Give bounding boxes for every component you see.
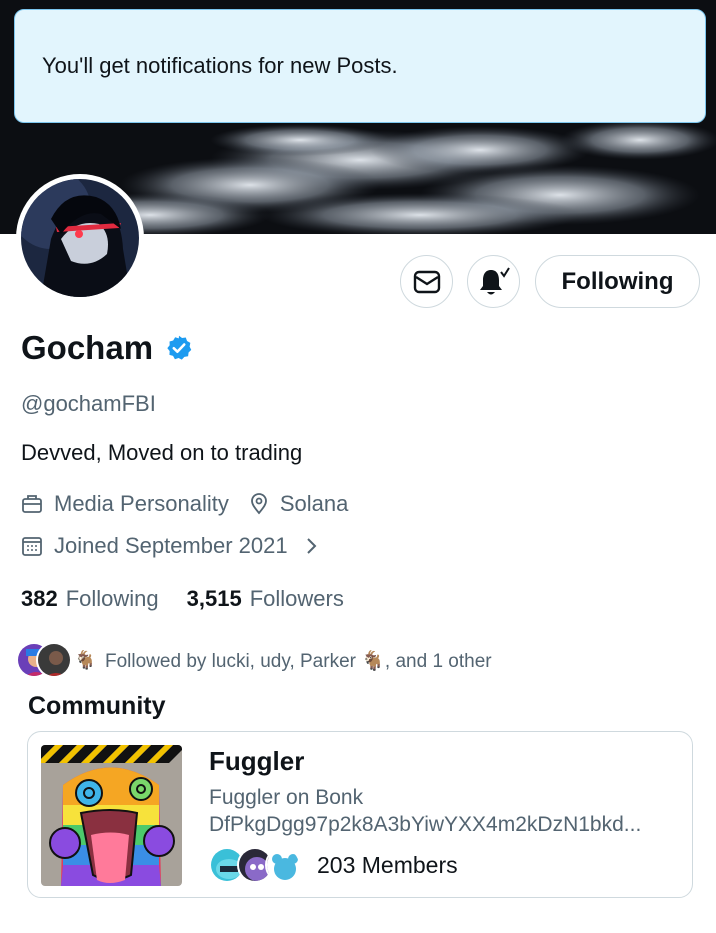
following-count: 382 xyxy=(21,586,58,611)
notification-toast: You'll get notifications for new Posts. xyxy=(14,9,706,123)
profile-category: Media Personality xyxy=(21,491,229,517)
community-card[interactable]: Fuggler Fuggler on Bonk DfPkgDgg97p2k8A3… xyxy=(27,731,693,898)
following-button[interactable]: Following xyxy=(535,255,700,308)
goat-icon: 🐐 xyxy=(74,650,97,670)
profile-joined-row[interactable]: Joined September 2021 xyxy=(21,533,322,559)
community-name: Fuggler xyxy=(209,746,305,776)
follow-stats: 382 Following 3,515 Followers xyxy=(21,586,344,612)
bell-check-icon xyxy=(479,266,510,294)
followed-by-text: Followed by lucki, udy, Parker 🐐, and 1 … xyxy=(105,651,492,672)
toast-message: You'll get notifications for new Posts. xyxy=(42,53,398,78)
profile-avatar[interactable] xyxy=(16,174,144,302)
followers-count: 3,515 xyxy=(186,586,242,611)
profile-name: Gocham xyxy=(21,329,154,366)
calendar-icon xyxy=(22,537,42,556)
verified-badge-icon[interactable] xyxy=(165,334,193,362)
followed-by-avatars: 🐐 xyxy=(16,640,96,682)
community-description-line: Fuggler on Bonk xyxy=(209,786,364,809)
avatar xyxy=(265,847,301,883)
profile-bio: Devved, Moved on to trading xyxy=(21,440,303,465)
following-stat[interactable]: 382 Following xyxy=(21,586,159,612)
profile-joined-date: Joined September 2021 xyxy=(54,533,288,558)
chevron-right-icon xyxy=(306,538,317,554)
community-image xyxy=(41,745,182,886)
briefcase-icon xyxy=(22,495,42,513)
location-pin-icon xyxy=(250,493,267,515)
avatar-image xyxy=(21,179,139,297)
profile-location: Solana xyxy=(249,491,349,517)
followed-by-row[interactable]: 🐐 Followed by lucki, udy, Parker 🐐, and … xyxy=(16,640,492,682)
profile-name-row: Gocham xyxy=(21,329,193,367)
message-button[interactable] xyxy=(400,255,453,308)
profile-meta-row: Media Personality Solana xyxy=(21,491,348,517)
avatar xyxy=(36,642,72,678)
notifications-button[interactable] xyxy=(467,255,520,308)
community-member-avatars xyxy=(209,846,307,884)
followers-stat-label: Followers xyxy=(249,586,344,611)
community-section-title: Community xyxy=(28,692,166,720)
community-members: 203 Members xyxy=(209,846,458,884)
following-stat-label: Following xyxy=(65,586,159,611)
mail-icon xyxy=(413,270,440,293)
profile-location-label: Solana xyxy=(279,491,349,516)
community-description-line: DfPkgDgg97p2k8A3bYiwYXX4m2kDzN1bkd... xyxy=(209,813,642,836)
community-member-count: 203 Members xyxy=(317,851,458,878)
profile-handle: @gochamFBI xyxy=(21,391,156,416)
community-description: Fuggler on Bonk DfPkgDgg97p2k8A3bYiwYXX4… xyxy=(209,784,679,838)
profile-category-label: Media Personality xyxy=(54,491,229,516)
followers-stat[interactable]: 3,515 Followers xyxy=(187,586,344,612)
